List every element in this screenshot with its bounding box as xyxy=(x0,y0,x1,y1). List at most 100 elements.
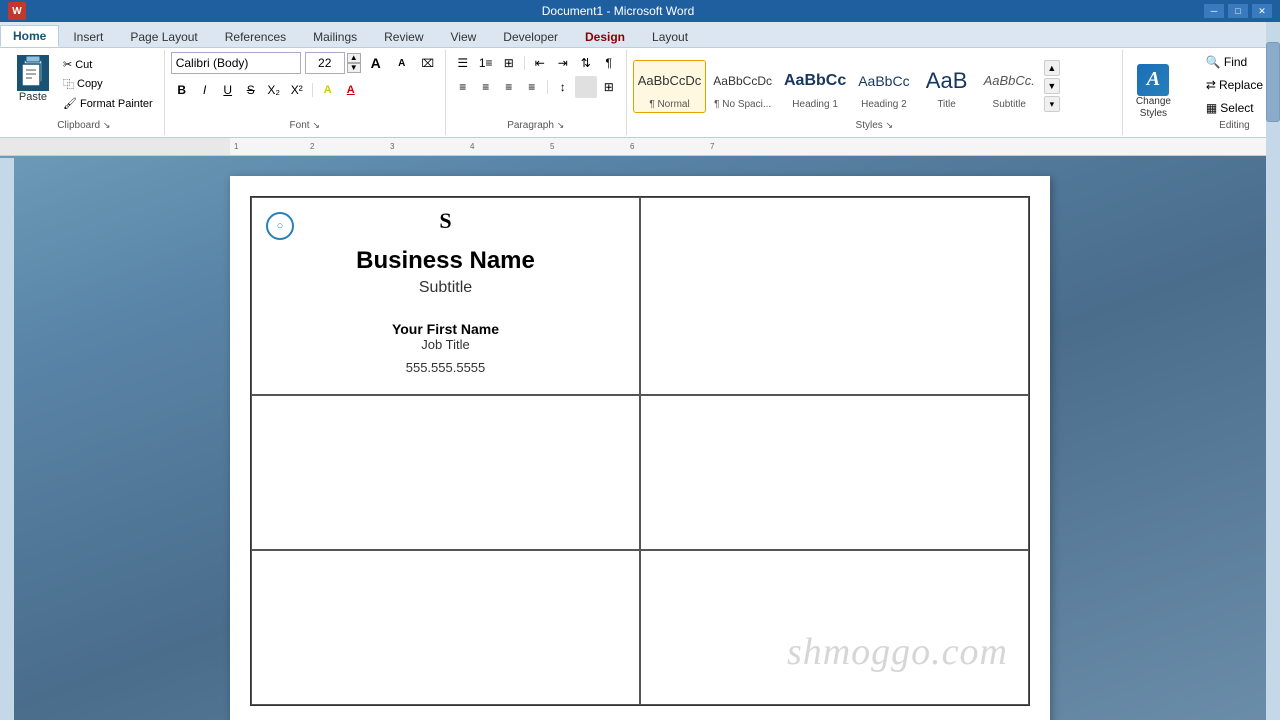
tab-design[interactable]: Design xyxy=(572,25,638,47)
replace-button[interactable]: ⇄ Replace xyxy=(1199,75,1270,95)
font-size-increase[interactable]: ▲ xyxy=(347,53,361,63)
tab-references[interactable]: References xyxy=(212,25,299,47)
card-mid-right[interactable] xyxy=(640,395,1029,550)
font-selector-row: ▲ ▼ A A ⌧ xyxy=(171,52,439,74)
styles-label: Styles ↘ xyxy=(633,120,1116,133)
tab-layout[interactable]: Layout xyxy=(639,25,701,47)
style-no-spacing[interactable]: AaBbCcDc ¶ No Spaci... xyxy=(708,60,777,113)
tab-insert[interactable]: Insert xyxy=(60,25,116,47)
font-color-button[interactable]: A xyxy=(340,79,362,101)
bullets-button[interactable]: ☰ xyxy=(452,52,474,74)
align-center-button[interactable]: ≡ xyxy=(475,76,497,98)
clipboard-buttons: ✂ Cut ⿻ Copy 🖌 Format Painter xyxy=(58,56,158,112)
paragraph-expand-icon[interactable]: ↘ xyxy=(557,120,565,130)
style-subtitle-preview: AaBbCc. xyxy=(984,63,1035,99)
card-bottom-right[interactable]: shmoggo.com xyxy=(640,550,1029,705)
tab-home[interactable]: Home xyxy=(0,25,59,47)
change-styles-button[interactable]: A ChangeStyles xyxy=(1129,59,1178,125)
shrink-font-button[interactable]: A xyxy=(391,52,413,74)
font-label: Font ↘ xyxy=(171,120,439,133)
tab-review[interactable]: Review xyxy=(371,25,436,47)
font-size-input[interactable] xyxy=(305,52,345,74)
tab-developer[interactable]: Developer xyxy=(490,25,571,47)
styles-expand-icon[interactable]: ↘ xyxy=(886,120,894,130)
style-normal[interactable]: AaBbCcDc ¶ Normal xyxy=(633,60,707,113)
strikethrough-button[interactable]: S xyxy=(240,79,262,101)
card-main[interactable]: ○ S Business Name Subtitle Your First Na… xyxy=(251,197,640,395)
style-normal-label: ¶ Normal xyxy=(649,99,689,110)
increase-indent-button[interactable]: ⇥ xyxy=(552,52,574,74)
ruler-content[interactable]: 1 2 3 4 5 6 7 xyxy=(230,138,1266,155)
font-size-decrease[interactable]: ▼ xyxy=(347,63,361,73)
editing-label: Editing xyxy=(1199,120,1270,133)
app-logo: W xyxy=(8,2,26,20)
grow-font-button[interactable]: A xyxy=(365,52,387,74)
text-highlight-button[interactable]: A xyxy=(317,79,339,101)
window-controls[interactable]: ─ □ ✕ xyxy=(1204,4,1272,18)
tab-view[interactable]: View xyxy=(438,25,490,47)
style-title-label: Title xyxy=(937,99,956,110)
clear-format-button[interactable]: ⌧ xyxy=(417,52,439,74)
restore-button[interactable]: □ xyxy=(1228,4,1248,18)
gallery-expand[interactable]: ▾ xyxy=(1044,96,1060,112)
card-mid-left[interactable] xyxy=(251,395,640,550)
subscript-button[interactable]: X₂ xyxy=(263,79,285,101)
align-buttons-row: ≡ ≡ ≡ ≡ ↕ ⊞ xyxy=(452,76,620,98)
style-title[interactable]: AaB Title xyxy=(917,60,977,113)
ribbon: Paste ✂ Cut ⿻ Copy 🖌 Format Painter Clip… xyxy=(0,48,1280,138)
tab-page-layout[interactable]: Page Layout xyxy=(117,25,210,47)
font-expand-icon[interactable]: ↘ xyxy=(312,120,320,130)
numbering-button[interactable]: 1≡ xyxy=(475,52,497,74)
justify-button[interactable]: ≡ xyxy=(521,76,543,98)
select-button[interactable]: ▦ Select xyxy=(1199,98,1261,118)
align-left-button[interactable]: ≡ xyxy=(452,76,474,98)
cut-button[interactable]: ✂ Cut xyxy=(58,56,158,73)
decrease-indent-button[interactable]: ⇤ xyxy=(529,52,551,74)
document-title: Document1 - Microsoft Word xyxy=(32,4,1204,18)
paragraph-group: ☰ 1≡ ⊞ ⇤ ⇥ ⇅ ¶ ≡ ≡ ≡ ≡ ↕ ⊞ Paragraph xyxy=(446,50,627,135)
copy-button[interactable]: ⿻ Copy xyxy=(58,74,158,94)
gallery-scroll-down[interactable]: ▼ xyxy=(1044,78,1060,94)
list-buttons-row: ☰ 1≡ ⊞ ⇤ ⇥ ⇅ ¶ xyxy=(452,52,620,74)
style-subtitle[interactable]: AaBbCc. Subtitle xyxy=(979,60,1040,113)
gallery-scroll-up[interactable]: ▲ xyxy=(1044,60,1060,76)
font-size-spinners: ▲ ▼ xyxy=(347,53,361,73)
scrollbar-thumb[interactable] xyxy=(1266,42,1280,122)
align-right-button[interactable]: ≡ xyxy=(498,76,520,98)
style-heading2[interactable]: AaBbCc Heading 2 xyxy=(853,60,914,113)
paste-button[interactable]: Paste xyxy=(10,52,56,106)
card-top-right[interactable] xyxy=(640,197,1029,395)
title-bar: W Document1 - Microsoft Word ─ □ ✕ xyxy=(0,0,1280,22)
style-title-preview: AaB xyxy=(926,63,968,99)
minimize-button[interactable]: ─ xyxy=(1204,4,1224,18)
italic-button[interactable]: I xyxy=(194,79,216,101)
show-marks-button[interactable]: ¶ xyxy=(598,52,620,74)
editing-group: 🔍 Find ⇄ Replace ▦ Select Editing xyxy=(1193,50,1276,135)
card-bottom-left[interactable] xyxy=(251,550,640,705)
superscript-button[interactable]: X² xyxy=(286,79,308,101)
copy-icon: ⿻ xyxy=(63,76,74,92)
tab-mailings[interactable]: Mailings xyxy=(300,25,370,47)
format-painter-button[interactable]: 🖌 Format Painter xyxy=(58,95,158,112)
multilevel-list-button[interactable]: ⊞ xyxy=(498,52,520,74)
replace-icon: ⇄ xyxy=(1206,78,1216,92)
clipboard-expand-icon[interactable]: ↘ xyxy=(103,120,111,130)
bold-button[interactable]: B xyxy=(171,79,193,101)
close-button[interactable]: ✕ xyxy=(1252,4,1272,18)
find-button[interactable]: 🔍 Find xyxy=(1199,52,1254,72)
para-divider2 xyxy=(547,80,548,94)
style-heading1[interactable]: AaBbCc Heading 1 xyxy=(779,60,851,113)
business-card-grid: ○ S Business Name Subtitle Your First Na… xyxy=(250,196,1030,706)
shading-button[interactable] xyxy=(575,76,597,98)
font-name-input[interactable] xyxy=(171,52,301,74)
right-scrollbar[interactable] xyxy=(1266,22,1280,720)
borders-button[interactable]: ⊞ xyxy=(598,76,620,98)
card-content: Business Name Subtitle Your First Name J… xyxy=(356,247,535,375)
style-h1-preview: AaBbCc xyxy=(784,63,846,99)
underline-button[interactable]: U xyxy=(217,79,239,101)
line-spacing-button[interactable]: ↕ xyxy=(552,76,574,98)
para-divider1 xyxy=(524,56,525,70)
sort-button[interactable]: ⇅ xyxy=(575,52,597,74)
font-format-row: B I U S X₂ X² A A xyxy=(171,79,362,101)
style-subtitle-label: Subtitle xyxy=(993,99,1026,110)
